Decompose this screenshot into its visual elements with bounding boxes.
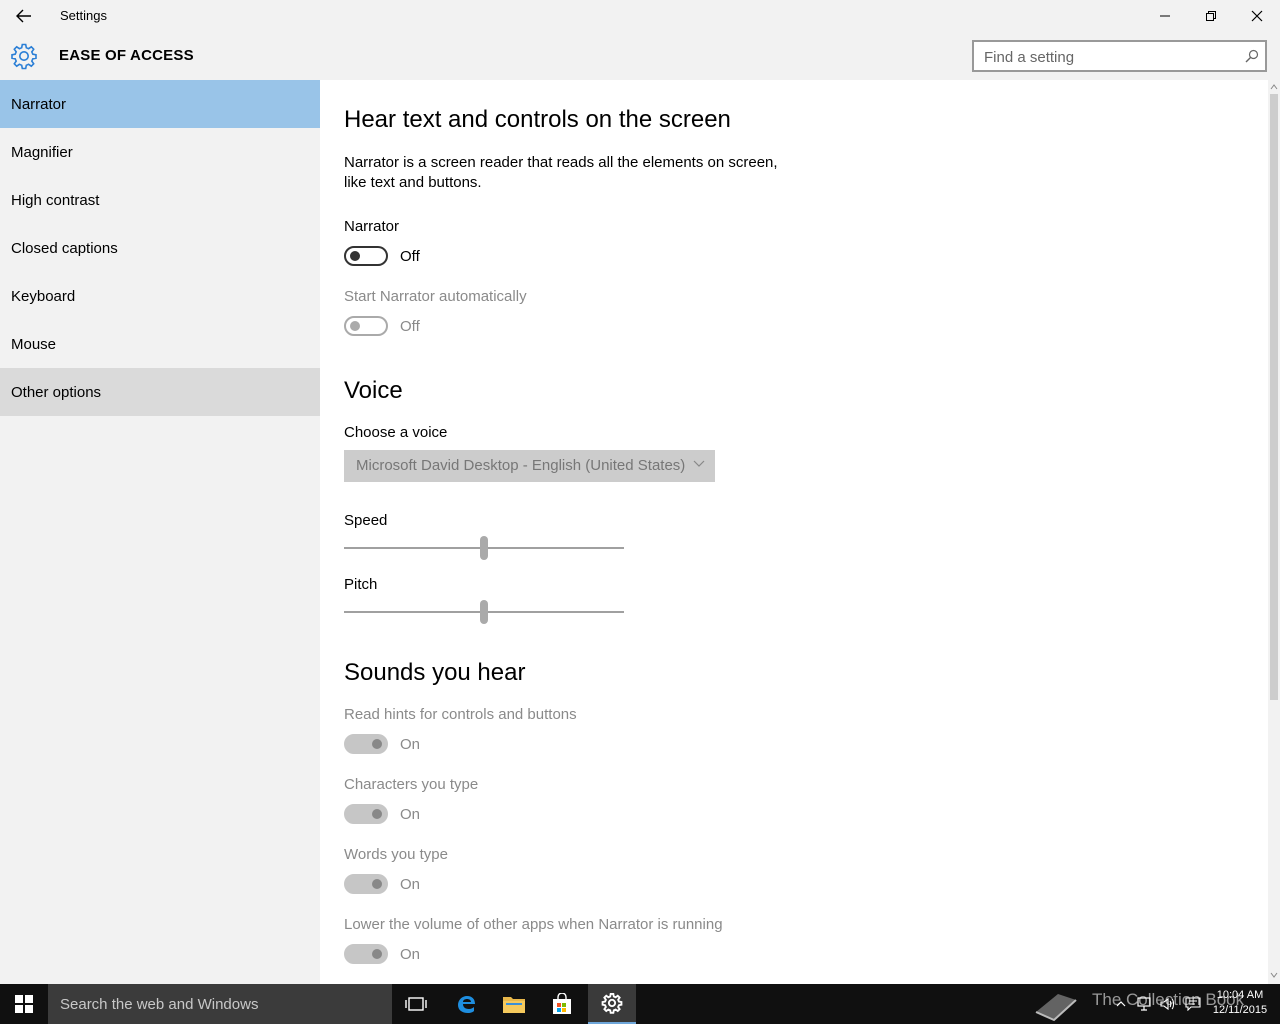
- minimize-button[interactable]: [1142, 0, 1188, 32]
- notification-icon: [1185, 997, 1201, 1011]
- clock-time: 10:04 AM: [1216, 989, 1264, 1001]
- heading-voice: Voice: [344, 377, 403, 404]
- scrollbar-thumb[interactable]: [1270, 94, 1278, 700]
- find-setting-search[interactable]: [972, 40, 1267, 72]
- windows-logo-icon: [15, 995, 33, 1013]
- network-tray-button[interactable]: [1134, 984, 1154, 1024]
- pitch-slider-thumb[interactable]: [480, 600, 488, 624]
- lower-volume-toggle-state: On: [400, 946, 421, 963]
- sidebar-item-high-contrast[interactable]: High contrast: [0, 176, 320, 224]
- start-button[interactable]: [0, 984, 48, 1024]
- speed-slider[interactable]: [344, 536, 624, 560]
- taskbar-search[interactable]: [48, 984, 392, 1024]
- speaker-icon: [1160, 997, 1175, 1011]
- sidebar-item-other-options[interactable]: Other options: [0, 368, 320, 416]
- show-hidden-icons-button[interactable]: [1112, 984, 1130, 1024]
- search-input[interactable]: [984, 47, 1234, 67]
- clock-date: 12/11/2015: [1212, 1004, 1268, 1016]
- start-narrator-toggle[interactable]: [344, 316, 388, 336]
- start-narrator-label: Start Narrator automatically: [344, 288, 527, 305]
- close-icon: [1251, 10, 1263, 22]
- heading-sounds: Sounds you hear: [344, 659, 526, 686]
- folder-icon: [503, 997, 525, 1013]
- back-button[interactable]: [0, 0, 48, 32]
- book-watermark-icon: [1035, 994, 1077, 1022]
- close-button[interactable]: [1234, 0, 1280, 32]
- search-icon[interactable]: [1245, 49, 1259, 63]
- taskbar-clock[interactable]: 10:04 AM 12/11/2015: [1206, 988, 1274, 1018]
- voice-dropdown-value: Microsoft David Desktop - English (Unite…: [356, 457, 686, 474]
- sidebar-item-keyboard[interactable]: Keyboard: [0, 272, 320, 320]
- section-title: EASE OF ACCESS: [59, 47, 194, 64]
- scroll-down-icon[interactable]: [1270, 970, 1278, 980]
- scroll-up-icon[interactable]: [1270, 82, 1278, 92]
- chevron-down-icon: [693, 460, 705, 467]
- read-hints-toggle-state: On: [400, 736, 421, 753]
- speed-label: Speed: [344, 512, 388, 529]
- narrator-toggle-state: Off: [400, 248, 420, 265]
- title-bar: Settings: [0, 0, 1280, 32]
- settings-taskbar-button[interactable]: [588, 984, 636, 1024]
- sidebar-item-narrator[interactable]: Narrator: [0, 80, 320, 128]
- voice-dropdown[interactable]: Microsoft David Desktop - English (Unite…: [344, 450, 715, 482]
- store-button[interactable]: [538, 984, 586, 1024]
- narrator-label: Narrator: [344, 218, 400, 235]
- read-hints-toggle[interactable]: [344, 734, 388, 754]
- restore-icon: [1206, 11, 1216, 21]
- action-center-button[interactable]: [1182, 984, 1204, 1024]
- back-arrow-icon: [16, 9, 31, 23]
- gear-icon: [11, 43, 37, 70]
- pitch-label: Pitch: [344, 576, 378, 593]
- words-typed-label: Words you type: [344, 846, 448, 863]
- narrator-toggle[interactable]: [344, 246, 388, 266]
- speed-slider-thumb[interactable]: [480, 536, 488, 560]
- start-narrator-toggle-state: Off: [400, 318, 420, 335]
- characters-typed-toggle-state: On: [400, 806, 421, 823]
- read-hints-label: Read hints for controls and buttons: [344, 706, 577, 723]
- store-bag-icon: [553, 993, 571, 1014]
- restore-button[interactable]: [1188, 0, 1234, 32]
- words-typed-toggle[interactable]: [344, 874, 388, 894]
- heading-hear-text: Hear text and controls on the screen: [344, 106, 731, 133]
- volume-tray-button[interactable]: [1158, 984, 1178, 1024]
- pitch-slider[interactable]: [344, 600, 624, 624]
- characters-typed-toggle[interactable]: [344, 804, 388, 824]
- lower-volume-toggle[interactable]: [344, 944, 388, 964]
- content-pane: Hear text and controls on the screen Nar…: [320, 80, 1268, 984]
- task-view-icon: [405, 997, 427, 1011]
- taskbar: The Collection Book 10:04 AM 12/11/2015: [0, 984, 1280, 1024]
- file-explorer-button[interactable]: [490, 984, 538, 1024]
- minimize-icon: [1160, 15, 1170, 17]
- characters-typed-label: Characters you type: [344, 776, 479, 793]
- sidebar-item-magnifier[interactable]: Magnifier: [0, 128, 320, 176]
- edge-button[interactable]: [442, 984, 490, 1024]
- sidebar-nav: Narrator Magnifier High contrast Closed …: [0, 80, 320, 984]
- narrator-description: Narrator is a screen reader that reads a…: [344, 154, 778, 191]
- window-title: Settings: [60, 8, 107, 23]
- sidebar-item-mouse[interactable]: Mouse: [0, 320, 320, 368]
- chevron-up-icon: [1116, 1001, 1126, 1007]
- choose-voice-label: Choose a voice: [344, 424, 448, 441]
- words-typed-toggle-state: On: [400, 876, 421, 893]
- taskbar-search-input[interactable]: [60, 994, 380, 1014]
- vertical-scrollbar[interactable]: [1268, 80, 1280, 984]
- sidebar-item-closed-captions[interactable]: Closed captions: [0, 224, 320, 272]
- task-view-button[interactable]: [392, 984, 440, 1024]
- lower-volume-label: Lower the volume of other apps when Narr…: [344, 916, 723, 933]
- settings-header: EASE OF ACCESS: [0, 32, 1280, 80]
- network-icon: [1137, 997, 1151, 1011]
- edge-icon: [458, 996, 475, 1013]
- gear-icon: [601, 993, 623, 1014]
